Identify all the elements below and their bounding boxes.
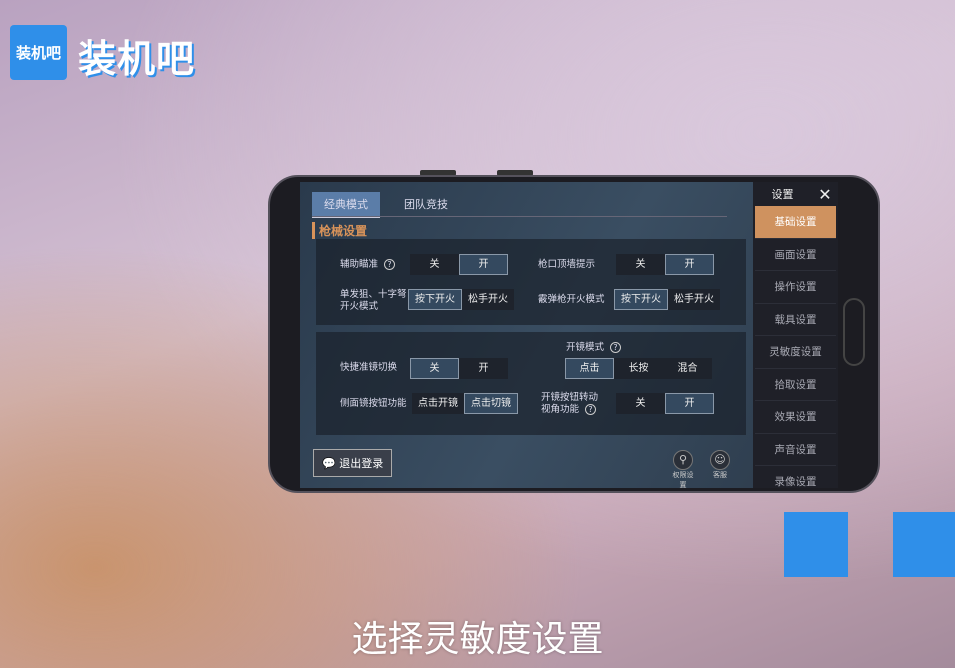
- option-tap-scope[interactable]: 点击开镜: [412, 393, 464, 414]
- wechat-icon: 💬: [322, 457, 340, 470]
- settings-panel-2: 快捷准镜切换 关开 开镜模式? 点击 长按 混合 侧面镜按钮功能 点击开镜 点击切镜 …: [316, 332, 746, 435]
- support-icon: ☺: [710, 450, 730, 470]
- option-off[interactable]: 关: [410, 358, 459, 379]
- brand-text: 装机吧: [78, 37, 196, 81]
- option-mixed[interactable]: 混合: [663, 358, 712, 379]
- phone-home-button: [843, 298, 865, 366]
- video-caption: 选择灵敏度设置: [351, 619, 604, 660]
- tab-divider: [312, 216, 727, 217]
- sidebar-item-sound[interactable]: 声音设置: [755, 434, 836, 466]
- setting-label: 快捷准镜切换: [340, 362, 398, 373]
- sidebar-item-basic[interactable]: 基础设置: [755, 206, 836, 239]
- option-on[interactable]: 开: [665, 254, 714, 275]
- tab-classic-mode[interactable]: 经典模式: [312, 192, 380, 218]
- setting-label: 侧面镜按钮功能: [340, 398, 407, 409]
- decorative-square: [784, 512, 848, 577]
- setting-label: 霰弹枪开火模式: [538, 294, 605, 305]
- setting-label: 单发狙、十字弩开火模式: [340, 289, 407, 312]
- decorative-square: [893, 512, 955, 577]
- sidebar-item-effects[interactable]: 效果设置: [755, 401, 836, 434]
- icon-label: 客服: [713, 471, 727, 479]
- option-off[interactable]: 关: [616, 393, 665, 414]
- setting-label: 开镜模式: [566, 342, 605, 353]
- option-hold[interactable]: 长按: [614, 358, 663, 379]
- option-on[interactable]: 开: [459, 254, 508, 275]
- sidebar-item-graphics[interactable]: 画面设置: [755, 239, 836, 271]
- option-on[interactable]: 开: [459, 358, 508, 379]
- sidebar-item-pickup[interactable]: 拾取设置: [755, 369, 836, 401]
- shield-icon: ⚲: [673, 450, 693, 470]
- logo: 装机吧: [10, 25, 67, 80]
- logout-label: 退出登录: [339, 457, 384, 470]
- help-icon[interactable]: ?: [585, 404, 597, 415]
- option-tap[interactable]: 点击: [565, 358, 614, 379]
- sidebar-item-sensitivity[interactable]: 灵敏度设置: [755, 336, 836, 369]
- logout-button[interactable]: 💬 退出登录: [313, 449, 393, 477]
- settings-sidebar: 设置 ✕ 基础设置 画面设置 操作设置 载具设置 灵敏度设置 拾取设置 效果设置 …: [753, 182, 838, 488]
- tab-team-deathmatch[interactable]: 团队竞技: [392, 192, 460, 218]
- option-release-fire[interactable]: 松手开火: [462, 289, 514, 310]
- sidebar-item-controls[interactable]: 操作设置: [755, 271, 836, 304]
- icon-label: 权限设置: [672, 471, 694, 488]
- game-settings-screen: 经典模式 团队竞技 枪械设置 辅助瞄准? 关开 枪口顶墙提示 关开 单发狙、十字…: [300, 182, 838, 488]
- option-release-fire[interactable]: 松手开火: [668, 289, 720, 310]
- option-on[interactable]: 开: [665, 393, 714, 414]
- setting-label: 辅助瞄准: [340, 259, 379, 270]
- option-press-fire[interactable]: 按下开火: [408, 289, 462, 310]
- customer-service-button[interactable]: ☺ 客服: [707, 450, 733, 480]
- permission-settings-button[interactable]: ⚲ 权限设置: [670, 450, 696, 488]
- setting-label: 枪口顶墙提示: [538, 259, 596, 270]
- option-off[interactable]: 关: [616, 254, 665, 275]
- sidebar-item-vehicle[interactable]: 载具设置: [755, 304, 836, 336]
- help-icon[interactable]: ?: [610, 342, 622, 353]
- section-title: 枪械设置: [312, 222, 367, 239]
- option-press-fire[interactable]: 按下开火: [614, 289, 668, 310]
- settings-panel-1: 辅助瞄准? 关开 枪口顶墙提示 关开 单发狙、十字弩开火模式 按下开火 松手开火 …: [316, 239, 746, 325]
- sidebar-title: 设置: [771, 188, 794, 201]
- option-tap-switch[interactable]: 点击切镜: [464, 393, 518, 414]
- sidebar-item-replay[interactable]: 录像设置: [755, 466, 836, 488]
- close-icon[interactable]: ✕: [812, 185, 838, 204]
- option-off[interactable]: 关: [410, 254, 459, 275]
- help-icon[interactable]: ?: [384, 259, 396, 270]
